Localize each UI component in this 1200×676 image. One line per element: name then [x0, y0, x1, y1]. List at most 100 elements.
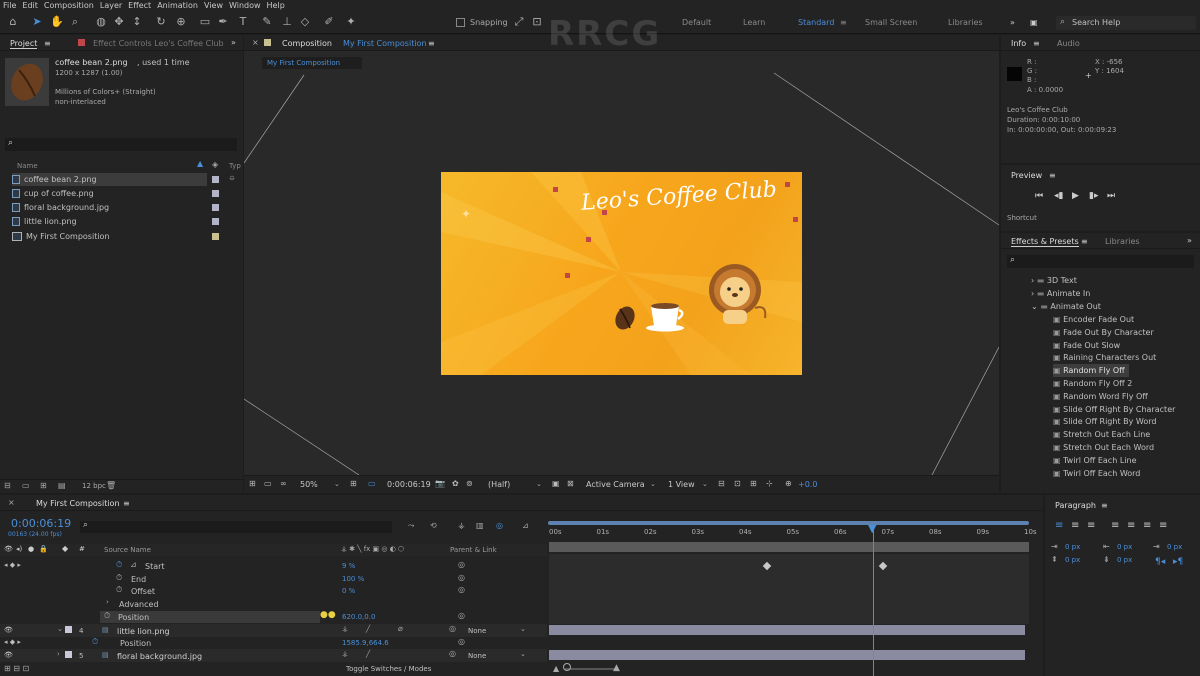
workspace-learn[interactable]: Learn — [743, 18, 765, 27]
timeline-search-input[interactable]: ⌕ — [80, 520, 392, 533]
zoom-slider[interactable] — [565, 668, 615, 670]
motion-path-point[interactable] — [793, 217, 798, 222]
pickwhip-icon[interactable]: ◎ — [449, 649, 456, 658]
preset-item[interactable]: ▣ Stretch Out Each Line — [1053, 428, 1154, 441]
layer-bar-floral-background[interactable] — [549, 650, 1025, 660]
interpret-footage-icon[interactable]: ⊟ — [4, 481, 11, 490]
pan-camera-icon[interactable]: ✥ — [112, 15, 126, 29]
home-icon[interactable]: ⌂ — [6, 15, 20, 29]
label-swatch[interactable] — [212, 204, 219, 211]
tab-preview[interactable]: Preview — [1011, 171, 1042, 180]
preset-item[interactable]: ▣ Fade Out Slow — [1053, 339, 1124, 352]
fast-previews-icon[interactable]: ⊡ — [734, 479, 741, 488]
pickwhip-icon[interactable]: ◎ — [458, 637, 465, 646]
dolly-camera-icon[interactable]: ↕ — [130, 15, 144, 29]
prop-value[interactable]: 9 % — [342, 562, 355, 570]
channel-icon[interactable]: ⊚ — [466, 479, 473, 488]
panel-menu-icon[interactable]: ≡ — [123, 499, 130, 508]
puppet-pin-icon[interactable]: ✦ — [344, 15, 358, 29]
menu-animation[interactable]: Animation — [154, 0, 201, 12]
menu-file[interactable]: File — [0, 0, 19, 12]
rotate-tool-icon[interactable]: ↻ — [154, 15, 168, 29]
workspace-default[interactable]: Default — [682, 18, 711, 27]
pan-behind-icon[interactable]: ⊕ — [174, 15, 188, 29]
pickwhip-icon[interactable]: ◎ — [458, 611, 465, 620]
draft-3d-icon[interactable]: ⟲ — [430, 521, 437, 530]
indent-first-value[interactable]: 0 px — [1167, 543, 1182, 551]
viewer-timecode[interactable]: 0:00:06:19 — [387, 480, 431, 489]
time-ruler[interactable]: 00s 01s 02s 03s 04s 05s 06s 07s 08s 09s 10s — [547, 527, 1037, 541]
workspace-menu-icon[interactable]: ≡ — [840, 18, 847, 27]
panel-menu-icon[interactable]: ≡ — [1081, 237, 1088, 246]
menu-effect[interactable]: Effect — [125, 0, 154, 12]
timeline-icon[interactable]: ⊞ — [750, 479, 757, 488]
layer-bar-little-lion[interactable] — [549, 625, 1025, 635]
motion-path-point[interactable] — [602, 210, 607, 215]
workspace-libraries[interactable]: Libraries — [948, 18, 983, 27]
audio-icon[interactable]: ◂) — [16, 545, 22, 553]
keyframe-nav-icon[interactable]: ◂ ◆ ▸ — [4, 561, 21, 569]
brush-tool-icon[interactable]: ✎ — [260, 15, 274, 29]
stopwatch-icon[interactable]: ⏱ — [104, 611, 110, 621]
label-column-icon[interactable]: ◈ — [212, 160, 218, 169]
ltr-direction-icon[interactable]: ¶◂ — [1155, 557, 1165, 567]
pickwhip-icon[interactable]: ◎ — [458, 573, 465, 582]
preset-item[interactable]: ▣ Twirl Off Each Line — [1053, 454, 1140, 467]
column-name[interactable]: Name — [17, 162, 38, 170]
prop-value[interactable]: 1585.9,664.6 — [342, 639, 389, 647]
preset-item[interactable]: ▣ Raining Characters Out — [1053, 351, 1160, 364]
help-search-field[interactable]: ⌕ Search Help — [1056, 16, 1196, 30]
snapping-checkbox[interactable] — [456, 18, 465, 27]
views-select[interactable]: 1 View — [668, 480, 695, 489]
quality-switch-icon[interactable]: ╱ — [366, 625, 370, 633]
hand-tool-icon[interactable]: ✋ — [50, 15, 64, 29]
toggle-switches-modes[interactable]: Toggle Switches / Modes — [346, 665, 431, 673]
chevron-down-icon[interactable]: ⌄ — [57, 625, 63, 633]
video-eye-icon[interactable]: 👁 — [4, 651, 13, 659]
layer-number-icon[interactable]: # — [79, 545, 85, 553]
chevron-right-icon[interactable]: › — [106, 598, 109, 606]
menu-window[interactable]: Window — [226, 0, 264, 12]
first-frame-icon[interactable]: ⏮ — [1035, 191, 1043, 201]
justify-right-icon[interactable]: ≡ — [1143, 520, 1151, 531]
resolution-select[interactable]: (Half) — [488, 480, 510, 489]
tab-project[interactable]: Project — [10, 39, 38, 49]
play-icon[interactable]: ▶ — [1072, 191, 1079, 201]
tab-audio[interactable]: Audio — [1057, 39, 1080, 48]
menu-edit[interactable]: Edit — [19, 0, 41, 12]
chevron-down-icon[interactable]: ⌄ — [520, 625, 526, 633]
label-icon[interactable]: ◆ — [62, 544, 68, 553]
justify-center-icon[interactable]: ≡ — [1127, 520, 1135, 531]
menu-help[interactable]: Help — [264, 0, 288, 12]
column-parent[interactable]: Parent & Link — [450, 546, 497, 554]
tab-effect-controls[interactable]: Effect Controls Leo's Coffee Club — [93, 39, 224, 48]
label-swatch[interactable] — [212, 233, 219, 240]
align-left-icon[interactable]: ≡ — [1055, 520, 1063, 531]
folder-animate-out[interactable]: ⌄ ▬ Animate Out — [1031, 300, 1101, 313]
more-tabs-icon[interactable]: » — [1187, 236, 1192, 245]
preset-item[interactable]: ▣ Slide Off Right By Word — [1053, 415, 1160, 428]
zoom-tool-icon[interactable]: ⌕ — [68, 15, 82, 29]
parent-select[interactable]: None — [468, 652, 486, 660]
graph-icon[interactable]: ⊿ — [130, 560, 137, 569]
project-item[interactable]: My First Composition — [12, 230, 207, 243]
region-of-interest-icon[interactable]: ▭ — [368, 479, 376, 488]
column-source-name[interactable]: Source Name — [104, 546, 151, 554]
render-time-icon[interactable]: ⊞ ⊟ ⊡ — [4, 664, 29, 673]
stopwatch-icon[interactable]: ⏱ — [92, 637, 98, 647]
indent-left-value[interactable]: 0 px — [1065, 543, 1080, 551]
transparency-grid-icon[interactable]: ⊠ — [567, 479, 574, 488]
label-swatch[interactable] — [212, 176, 219, 183]
always-preview-icon[interactable]: ⊞ — [249, 479, 256, 488]
comp-mini-flowchart-icon[interactable]: ⤳ — [408, 521, 414, 531]
bit-depth[interactable]: 12 bpc — [82, 482, 106, 490]
motion-path-point[interactable] — [586, 237, 591, 242]
align-center-icon[interactable]: ≡ — [1071, 520, 1079, 531]
folder-3d-text[interactable]: › ▬ 3D Text — [1031, 274, 1077, 287]
eraser-tool-icon[interactable]: ◇ — [298, 15, 312, 29]
composition-canvas[interactable]: Leo's Coffee Club ✦ — [441, 172, 802, 375]
tab-paragraph[interactable]: Paragraph — [1055, 501, 1096, 510]
tab-effects-presets[interactable]: Effects & Presets — [1011, 237, 1079, 247]
toggle-pixel-icon[interactable]: ⊟ — [718, 479, 725, 488]
last-frame-icon[interactable]: ⏭ — [1107, 191, 1115, 201]
